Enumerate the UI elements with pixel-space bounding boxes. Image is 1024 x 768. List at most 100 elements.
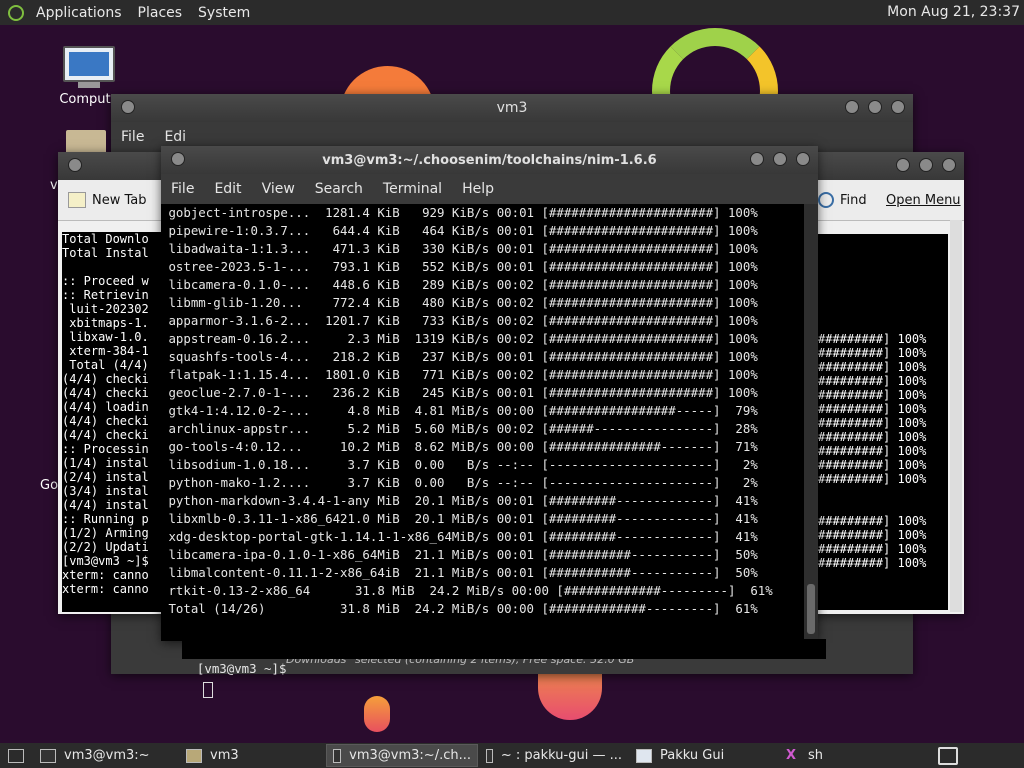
xterm-output-line: #########] 100% xyxy=(818,360,927,374)
xterm-output-line: :: Proceed w xyxy=(62,274,149,288)
main-terminal-window[interactable]: vm3@vm3:~/.choosenim/toolchains/nim-1.6.… xyxy=(161,146,818,641)
terminal-output-line: pipewire-1:0.3.7... 644.4 KiB 464 KiB/s … xyxy=(161,223,758,238)
xterm-output-line: (4/4) instal xyxy=(62,498,149,512)
xterm-output-line: libxaw-1.0. xyxy=(62,330,149,344)
maximize-button[interactable] xyxy=(773,152,787,166)
xterm-output-line: #########] 100% xyxy=(818,528,927,542)
taskbar-item-pakku-gui[interactable]: Pakku Gui xyxy=(630,745,778,766)
xterm-output-line: xterm: canno xyxy=(62,568,149,582)
applications-menu[interactable]: Applications xyxy=(28,5,130,21)
terminal-icon xyxy=(333,748,342,763)
menu-view[interactable]: View xyxy=(252,181,305,197)
xterm-output-line: #########] 100% xyxy=(818,402,927,416)
xterm-output-line: (2/2) Updati xyxy=(62,540,149,554)
xterm-output-line: (4/4) checki xyxy=(62,372,149,386)
terminal-output-line: python-mako-1.2.... 3.7 KiB 0.00 B/s --:… xyxy=(161,475,758,490)
terminal-output[interactable]: gobject-introspe... 1281.4 KiB 929 KiB/s… xyxy=(161,204,804,641)
terminal-scrollbar[interactable] xyxy=(804,204,818,641)
bottom-panel: vm3@vm3:~ vm3 vm3@vm3:~/.ch... ~ : pakku… xyxy=(0,743,1024,768)
terminal-output-line: squashfs-tools-4... 218.2 KiB 237 KiB/s … xyxy=(161,349,758,364)
menu-edit[interactable]: Edit xyxy=(204,181,251,197)
xterm-output-line: #########] 100% xyxy=(818,346,927,360)
xterm-output-line: (4/4) checki xyxy=(62,428,149,442)
menu-help[interactable]: Help xyxy=(452,181,504,197)
taskbar-item-terminal-1[interactable]: vm3@vm3:~ xyxy=(34,745,178,766)
xterm-output-line: [vm3@vm3 ~]$ xyxy=(62,554,149,568)
taskbar-item-terminal-2[interactable]: vm3@vm3:~/.ch... xyxy=(326,744,478,767)
xterm-output-line: #########] 100% xyxy=(818,472,927,486)
xterm-output-line: :: Running p xyxy=(62,512,149,526)
vm3-titlebar[interactable]: vm3 xyxy=(111,94,913,122)
window-menu-button[interactable] xyxy=(171,152,185,166)
terminal-output-line: xdg-desktop-portal-gtk-1.14.1-1-x86_64Mi… xyxy=(161,529,758,544)
xterm-output-line xyxy=(818,248,948,262)
distro-logo-icon[interactable] xyxy=(8,4,24,21)
xterm-output-line xyxy=(818,304,948,318)
terminal-output-line: libxmlb-0.3.11-1-x86_6421.0 MiB 20.1 MiB… xyxy=(161,511,758,526)
xterm-output-line xyxy=(818,276,948,290)
xterm-output-line: #########] 100% xyxy=(818,416,927,430)
xterm-output-line xyxy=(818,262,948,276)
main-terminal-menubar: File Edit View Search Terminal Help xyxy=(161,174,818,204)
terminal-output-line: Total (14/26) 31.8 MiB 24.2 MiB/s 00:00 … xyxy=(161,601,758,616)
vm3-menu-file[interactable]: File xyxy=(111,129,154,145)
xterm-output-line: #########] 100% xyxy=(818,444,927,458)
terminal-output-line: libsodium-1.0.18... 3.7 KiB 0.00 B/s --:… xyxy=(161,457,758,472)
minimize-button[interactable] xyxy=(896,158,910,172)
terminal-scrollbar-thumb[interactable] xyxy=(807,584,815,634)
terminal-output-line: libadwaita-1:1.3... 471.3 KiB 330 KiB/s … xyxy=(161,241,758,256)
shell-prompt: [vm3@vm3 ~]$ xyxy=(196,661,287,676)
window-menu-button[interactable] xyxy=(68,158,82,172)
main-terminal-title: vm3@vm3:~/.choosenim/toolchains/nim-1.6.… xyxy=(322,152,657,168)
taskbar-item-vm3[interactable]: vm3 xyxy=(180,745,324,766)
terminal-output-line: go-tools-4:0.12... 10.2 MiB 8.62 MiB/s 0… xyxy=(161,439,758,454)
maximize-button[interactable] xyxy=(919,158,933,172)
clock[interactable]: Mon Aug 21, 23:37 xyxy=(887,4,1020,20)
wallpaper-small-blob xyxy=(364,696,390,732)
terminal-output-line: appstream-0.16.2... 2.3 MiB 1319 KiB/s 0… xyxy=(161,331,758,346)
menu-file[interactable]: File xyxy=(161,181,204,197)
taskbar-item-pakku-terminal[interactable]: ~ : pakku-gui — ... xyxy=(480,745,628,766)
terminal-icon xyxy=(40,748,56,763)
bottom-prompt-strip[interactable]: [vm3@vm3 ~]$ xyxy=(182,639,826,698)
new-tab-label: New Tab xyxy=(92,192,147,208)
new-tab-icon xyxy=(68,192,86,208)
xterm-output-line: :: Retrievin xyxy=(62,288,149,302)
vm3-menu-edit[interactable]: Edi xyxy=(154,129,196,145)
minimize-button[interactable] xyxy=(750,152,764,166)
xterm-output-line: (1/2) Arming xyxy=(62,526,149,540)
minimize-button[interactable] xyxy=(845,100,859,114)
terminal-output-line: gtk4-1:4.12.0-2-... 4.8 MiB 4.81 MiB/s 0… xyxy=(161,403,758,418)
workspace-switcher-icon[interactable] xyxy=(938,747,958,765)
xterm-output-line: #########] 100% xyxy=(818,458,927,472)
places-menu[interactable]: Places xyxy=(130,5,191,21)
taskbar-item-sh[interactable]: X sh xyxy=(780,745,924,766)
menu-search[interactable]: Search xyxy=(305,181,373,197)
terminal-output-line: archlinux-appstr... 5.2 MiB 5.60 MiB/s 0… xyxy=(161,421,758,436)
text-cursor xyxy=(202,681,213,698)
window-menu-button[interactable] xyxy=(121,100,135,114)
desktop-partial-label-v: v xyxy=(50,178,58,193)
xterm-output-line: xbitmaps-1. xyxy=(62,316,149,330)
xterm-scrollbar[interactable] xyxy=(950,220,962,612)
find-button[interactable]: Find xyxy=(818,192,867,208)
terminal-icon xyxy=(486,748,493,763)
new-tab-button[interactable]: New Tab xyxy=(58,192,147,208)
close-button[interactable] xyxy=(796,152,810,166)
open-menu-button[interactable]: Open Menu xyxy=(886,193,961,208)
close-button[interactable] xyxy=(891,100,905,114)
xterm-output-line xyxy=(818,500,948,514)
menu-terminal[interactable]: Terminal xyxy=(373,181,452,197)
xterm-output-line xyxy=(818,234,948,248)
terminal-output-line: apparmor-3.1.6-2... 1201.7 KiB 733 KiB/s… xyxy=(161,313,758,328)
system-menu[interactable]: System xyxy=(190,5,258,21)
close-button[interactable] xyxy=(942,158,956,172)
terminal-output-line: libmalcontent-0.11.1-2-x86_64iB 21.1 MiB… xyxy=(161,565,758,580)
xterm-output-line xyxy=(818,290,948,304)
xterm-output-left[interactable]: Total Downlo Total Instal :: Proceed w:: … xyxy=(62,232,162,612)
main-terminal-titlebar[interactable]: vm3@vm3:~/.choosenim/toolchains/nim-1.6.… xyxy=(161,146,818,174)
xterm-output-line: xterm-384-1 xyxy=(62,344,149,358)
maximize-button[interactable] xyxy=(868,100,882,114)
show-desktop-icon[interactable] xyxy=(8,748,24,763)
xterm-output-line: #########] 100% xyxy=(818,332,927,346)
